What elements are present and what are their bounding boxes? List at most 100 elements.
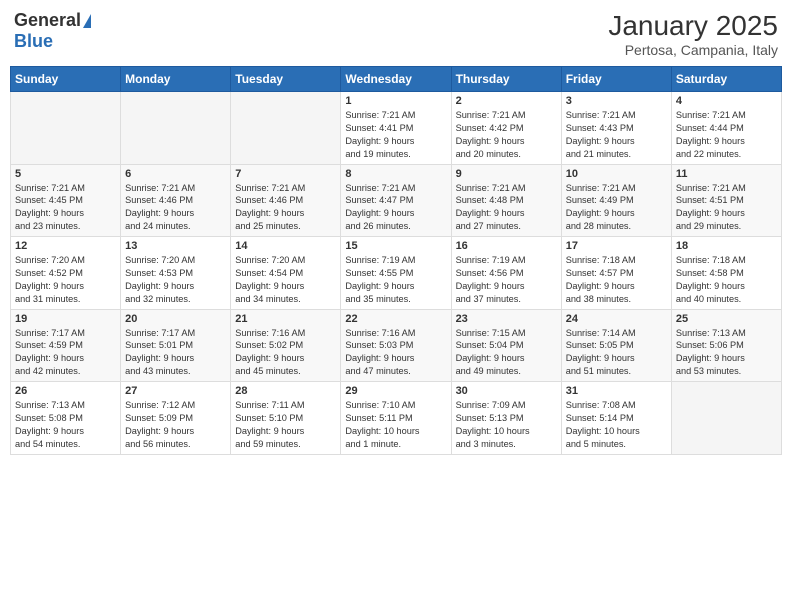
- day-info: Sunrise: 7:17 AM Sunset: 5:01 PM Dayligh…: [125, 327, 226, 379]
- day-info: Sunrise: 7:12 AM Sunset: 5:09 PM Dayligh…: [125, 399, 226, 451]
- day-number: 30: [456, 385, 557, 397]
- calendar-cell: 24 Sunrise: 7:14 AM Sunset: 5:05 PM Dayli…: [561, 309, 671, 382]
- calendar-table: SundayMondayTuesdayWednesdayThursdayFrid…: [10, 66, 782, 455]
- day-info: Sunrise: 7:21 AM Sunset: 4:44 PM Dayligh…: [676, 109, 777, 161]
- calendar-cell: 11 Sunrise: 7:21 AM Sunset: 4:51 PM Dayli…: [671, 164, 781, 237]
- day-number: 18: [676, 240, 777, 252]
- calendar-cell: 31 Sunrise: 7:08 AM Sunset: 5:14 PM Dayli…: [561, 382, 671, 455]
- day-number: 21: [235, 313, 336, 325]
- day-info: Sunrise: 7:15 AM Sunset: 5:04 PM Dayligh…: [456, 327, 557, 379]
- calendar-cell: [231, 92, 341, 165]
- calendar-cell: 19 Sunrise: 7:17 AM Sunset: 4:59 PM Dayli…: [11, 309, 121, 382]
- calendar-cell: 17 Sunrise: 7:18 AM Sunset: 4:57 PM Dayli…: [561, 237, 671, 310]
- day-info: Sunrise: 7:21 AM Sunset: 4:51 PM Dayligh…: [676, 182, 777, 234]
- day-number: 23: [456, 313, 557, 325]
- calendar-title: January 2025: [608, 10, 778, 42]
- calendar-week-1: 1 Sunrise: 7:21 AM Sunset: 4:41 PM Daylig…: [11, 92, 782, 165]
- day-number: 7: [235, 168, 336, 180]
- calendar-cell: 23 Sunrise: 7:15 AM Sunset: 5:04 PM Dayli…: [451, 309, 561, 382]
- calendar-cell: 20 Sunrise: 7:17 AM Sunset: 5:01 PM Dayli…: [121, 309, 231, 382]
- calendar-cell: 21 Sunrise: 7:16 AM Sunset: 5:02 PM Dayli…: [231, 309, 341, 382]
- day-number: 27: [125, 385, 226, 397]
- day-info: Sunrise: 7:16 AM Sunset: 5:02 PM Dayligh…: [235, 327, 336, 379]
- day-info: Sunrise: 7:19 AM Sunset: 4:55 PM Dayligh…: [345, 254, 446, 306]
- day-number: 17: [566, 240, 667, 252]
- day-number: 19: [15, 313, 116, 325]
- logo-general-text: General: [14, 10, 81, 31]
- day-info: Sunrise: 7:14 AM Sunset: 5:05 PM Dayligh…: [566, 327, 667, 379]
- day-info: Sunrise: 7:11 AM Sunset: 5:10 PM Dayligh…: [235, 399, 336, 451]
- calendar-week-2: 5 Sunrise: 7:21 AM Sunset: 4:45 PM Daylig…: [11, 164, 782, 237]
- calendar-cell: 9 Sunrise: 7:21 AM Sunset: 4:48 PM Daylig…: [451, 164, 561, 237]
- day-info: Sunrise: 7:20 AM Sunset: 4:53 PM Dayligh…: [125, 254, 226, 306]
- day-info: Sunrise: 7:21 AM Sunset: 4:41 PM Dayligh…: [345, 109, 446, 161]
- col-header-friday: Friday: [561, 67, 671, 92]
- day-number: 16: [456, 240, 557, 252]
- logo-triangle-icon: [83, 14, 91, 28]
- day-number: 24: [566, 313, 667, 325]
- day-number: 12: [15, 240, 116, 252]
- day-info: Sunrise: 7:21 AM Sunset: 4:45 PM Dayligh…: [15, 182, 116, 234]
- day-info: Sunrise: 7:21 AM Sunset: 4:43 PM Dayligh…: [566, 109, 667, 161]
- calendar-cell: 4Sunrise: 7:21 AM Sunset: 4:44 PM Daylig…: [671, 92, 781, 165]
- day-info: Sunrise: 7:21 AM Sunset: 4:42 PM Dayligh…: [456, 109, 557, 161]
- day-number: 14: [235, 240, 336, 252]
- day-info: Sunrise: 7:16 AM Sunset: 5:03 PM Dayligh…: [345, 327, 446, 379]
- day-info: Sunrise: 7:10 AM Sunset: 5:11 PM Dayligh…: [345, 399, 446, 451]
- day-number: 20: [125, 313, 226, 325]
- day-number: 9: [456, 168, 557, 180]
- day-info: Sunrise: 7:21 AM Sunset: 4:46 PM Dayligh…: [125, 182, 226, 234]
- calendar-header-row: SundayMondayTuesdayWednesdayThursdayFrid…: [11, 67, 782, 92]
- calendar-cell: 25Sunrise: 7:13 AM Sunset: 5:06 PM Dayli…: [671, 309, 781, 382]
- day-number: 5: [15, 168, 116, 180]
- calendar-cell: 29 Sunrise: 7:10 AM Sunset: 5:11 PM Dayli…: [341, 382, 451, 455]
- calendar-cell: [121, 92, 231, 165]
- calendar-cell: 27 Sunrise: 7:12 AM Sunset: 5:09 PM Dayli…: [121, 382, 231, 455]
- day-number: 3: [566, 95, 667, 107]
- day-number: 8: [345, 168, 446, 180]
- day-number: 15: [345, 240, 446, 252]
- day-number: 26: [15, 385, 116, 397]
- day-info: Sunrise: 7:13 AM Sunset: 5:08 PM Dayligh…: [15, 399, 116, 451]
- day-info: Sunrise: 7:19 AM Sunset: 4:56 PM Dayligh…: [456, 254, 557, 306]
- col-header-saturday: Saturday: [671, 67, 781, 92]
- logo-blue-text: Blue: [14, 31, 53, 52]
- day-info: Sunrise: 7:08 AM Sunset: 5:14 PM Dayligh…: [566, 399, 667, 451]
- calendar-cell: 12Sunrise: 7:20 AM Sunset: 4:52 PM Dayli…: [11, 237, 121, 310]
- calendar-cell: 15 Sunrise: 7:19 AM Sunset: 4:55 PM Dayli…: [341, 237, 451, 310]
- day-number: 1: [345, 95, 446, 107]
- day-info: Sunrise: 7:18 AM Sunset: 4:57 PM Dayligh…: [566, 254, 667, 306]
- col-header-tuesday: Tuesday: [231, 67, 341, 92]
- title-area: January 2025 Pertosa, Campania, Italy: [608, 10, 778, 58]
- calendar-week-5: 26 Sunrise: 7:13 AM Sunset: 5:08 PM Dayli…: [11, 382, 782, 455]
- calendar-subtitle: Pertosa, Campania, Italy: [608, 42, 778, 58]
- day-number: 29: [345, 385, 446, 397]
- calendar-cell: 5 Sunrise: 7:21 AM Sunset: 4:45 PM Daylig…: [11, 164, 121, 237]
- page-header: General Blue January 2025 Pertosa, Campa…: [10, 10, 782, 58]
- day-info: Sunrise: 7:21 AM Sunset: 4:49 PM Dayligh…: [566, 182, 667, 234]
- day-number: 2: [456, 95, 557, 107]
- calendar-cell: 14 Sunrise: 7:20 AM Sunset: 4:54 PM Dayli…: [231, 237, 341, 310]
- logo: General Blue: [14, 10, 91, 52]
- day-info: Sunrise: 7:21 AM Sunset: 4:46 PM Dayligh…: [235, 182, 336, 234]
- col-header-sunday: Sunday: [11, 67, 121, 92]
- day-number: 28: [235, 385, 336, 397]
- calendar-cell: 2 Sunrise: 7:21 AM Sunset: 4:42 PM Daylig…: [451, 92, 561, 165]
- day-number: 13: [125, 240, 226, 252]
- day-info: Sunrise: 7:13 AM Sunset: 5:06 PM Dayligh…: [676, 327, 777, 379]
- day-number: 11: [676, 168, 777, 180]
- day-info: Sunrise: 7:21 AM Sunset: 4:48 PM Dayligh…: [456, 182, 557, 234]
- calendar-cell: 26 Sunrise: 7:13 AM Sunset: 5:08 PM Dayli…: [11, 382, 121, 455]
- calendar-cell: 6 Sunrise: 7:21 AM Sunset: 4:46 PM Daylig…: [121, 164, 231, 237]
- calendar-cell: 18Sunrise: 7:18 AM Sunset: 4:58 PM Dayli…: [671, 237, 781, 310]
- day-info: Sunrise: 7:17 AM Sunset: 4:59 PM Dayligh…: [15, 327, 116, 379]
- col-header-wednesday: Wednesday: [341, 67, 451, 92]
- day-info: Sunrise: 7:20 AM Sunset: 4:54 PM Dayligh…: [235, 254, 336, 306]
- day-number: 31: [566, 385, 667, 397]
- day-info: Sunrise: 7:21 AM Sunset: 4:47 PM Dayligh…: [345, 182, 446, 234]
- col-header-thursday: Thursday: [451, 67, 561, 92]
- calendar-cell: 8 Sunrise: 7:21 AM Sunset: 4:47 PM Daylig…: [341, 164, 451, 237]
- day-number: 6: [125, 168, 226, 180]
- day-number: 22: [345, 313, 446, 325]
- calendar-cell: 30Sunrise: 7:09 AM Sunset: 5:13 PM Dayli…: [451, 382, 561, 455]
